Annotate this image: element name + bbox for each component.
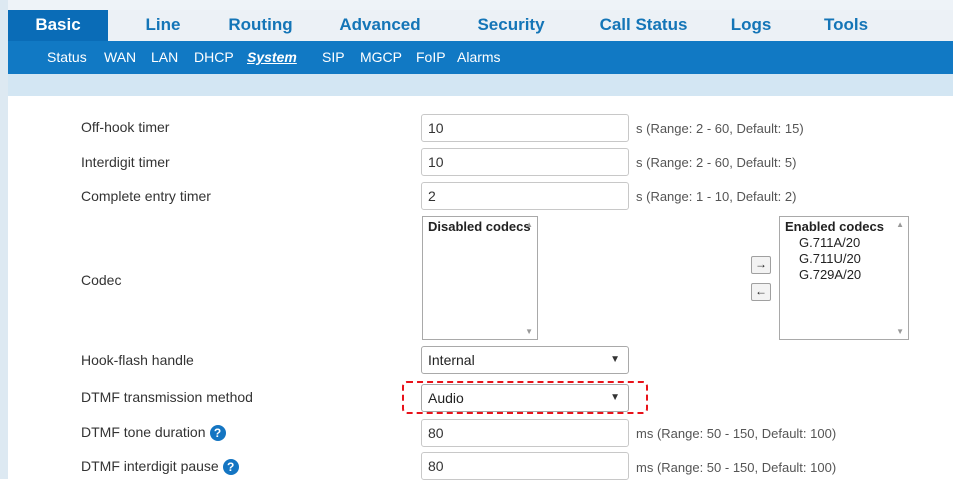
subnav-sip[interactable]: SIP bbox=[322, 41, 345, 74]
highlight-box bbox=[402, 381, 648, 414]
left-edge bbox=[0, 0, 8, 479]
subnav-foip[interactable]: FoIP bbox=[416, 41, 446, 74]
hookflash-label: Hook-flash handle bbox=[81, 352, 194, 368]
tab-logs[interactable]: Logs bbox=[721, 10, 781, 41]
complete-entry-timer-input[interactable]: 2 bbox=[421, 182, 629, 210]
disabled-codecs-header: Disabled codecs bbox=[428, 219, 531, 234]
scroll-down-icon[interactable]: ▼ bbox=[896, 327, 904, 336]
scroll-up-icon[interactable]: ▲ bbox=[525, 220, 533, 229]
subnav-alarms[interactable]: Alarms bbox=[457, 41, 501, 74]
tab-routing[interactable]: Routing bbox=[218, 10, 303, 41]
tab-tools[interactable]: Tools bbox=[811, 10, 881, 41]
enabled-codecs-header: Enabled codecs bbox=[785, 219, 884, 234]
subnav-wan[interactable]: WAN bbox=[104, 41, 136, 74]
enabled-codecs-list[interactable]: Enabled codecs G.711A/20 G.711U/20 G.729… bbox=[779, 216, 909, 340]
tab-security[interactable]: Security bbox=[461, 10, 561, 41]
codec-option[interactable]: G.729A/20 bbox=[780, 267, 908, 283]
complete-entry-timer-label: Complete entry timer bbox=[81, 188, 211, 204]
dtmf-duration-label: DTMF tone duration? bbox=[81, 424, 226, 442]
tab-line[interactable]: Line bbox=[128, 10, 198, 41]
question-circle-icon[interactable]: ? bbox=[222, 459, 239, 476]
offhook-timer-hint: s (Range: 2 - 60, Default: 15) bbox=[636, 121, 804, 136]
hookflash-selected-value: Internal bbox=[428, 352, 475, 368]
subnav-lan[interactable]: LAN bbox=[151, 41, 178, 74]
tab-call-status[interactable]: Call Status bbox=[586, 10, 701, 41]
caret-down-icon: ▼ bbox=[610, 354, 620, 365]
subnav-status[interactable]: Status bbox=[47, 41, 87, 74]
disabled-codecs-list[interactable]: Disabled codecs ▲ ▼ bbox=[422, 216, 538, 340]
main-nav: Basic Line Routing Advanced Security Cal… bbox=[8, 10, 953, 42]
interdigit-timer-input[interactable]: 10 bbox=[421, 148, 629, 176]
scroll-up-icon[interactable]: ▲ bbox=[896, 220, 904, 229]
complete-entry-timer-hint: s (Range: 1 - 10, Default: 2) bbox=[636, 189, 797, 204]
offhook-timer-label: Off-hook timer bbox=[81, 119, 170, 135]
interdigit-timer-hint: s (Range: 2 - 60, Default: 5) bbox=[636, 155, 797, 170]
codec-option[interactable]: G.711A/20 bbox=[780, 235, 908, 251]
codec-option[interactable]: G.711U/20 bbox=[780, 251, 908, 267]
move-to-disabled-button[interactable]: ← bbox=[751, 283, 771, 301]
content-header-strip bbox=[8, 74, 953, 96]
subnav-mgcp[interactable]: MGCP bbox=[360, 41, 402, 74]
dtmf-pause-hint: ms (Range: 50 - 150, Default: 100) bbox=[636, 460, 837, 475]
dtmf-duration-label-text: DTMF tone duration bbox=[81, 424, 206, 440]
tab-advanced[interactable]: Advanced bbox=[330, 10, 430, 41]
hookflash-select[interactable]: Internal ▼ bbox=[421, 346, 629, 374]
subnav-dhcp[interactable]: DHCP bbox=[194, 41, 234, 74]
dtmf-duration-input[interactable]: 80 bbox=[421, 419, 629, 447]
sub-nav: Status WAN LAN DHCP System SIP MGCP FoIP… bbox=[8, 41, 953, 74]
disabled-codecs-scrollbar[interactable]: ▲ ▼ bbox=[522, 217, 537, 339]
dtmf-pause-label: DTMF interdigit pause? bbox=[81, 458, 239, 476]
subnav-system[interactable]: System bbox=[247, 41, 297, 74]
scroll-down-icon[interactable]: ▼ bbox=[525, 327, 533, 336]
top-spacer bbox=[0, 0, 953, 10]
dtmf-pause-input[interactable]: 80 bbox=[421, 452, 629, 480]
dtmf-pause-label-text: DTMF interdigit pause bbox=[81, 458, 219, 474]
tab-basic[interactable]: Basic bbox=[8, 10, 108, 41]
question-circle-icon[interactable]: ? bbox=[209, 425, 226, 442]
interdigit-timer-label: Interdigit timer bbox=[81, 154, 170, 170]
enabled-codecs-scrollbar[interactable]: ▲ ▼ bbox=[893, 217, 908, 339]
offhook-timer-input[interactable]: 10 bbox=[421, 114, 629, 142]
dtmf-duration-hint: ms (Range: 50 - 150, Default: 100) bbox=[636, 426, 837, 441]
dtmf-method-label: DTMF transmission method bbox=[81, 389, 253, 405]
codec-label: Codec bbox=[81, 272, 122, 288]
move-to-enabled-button[interactable]: → bbox=[751, 256, 771, 274]
